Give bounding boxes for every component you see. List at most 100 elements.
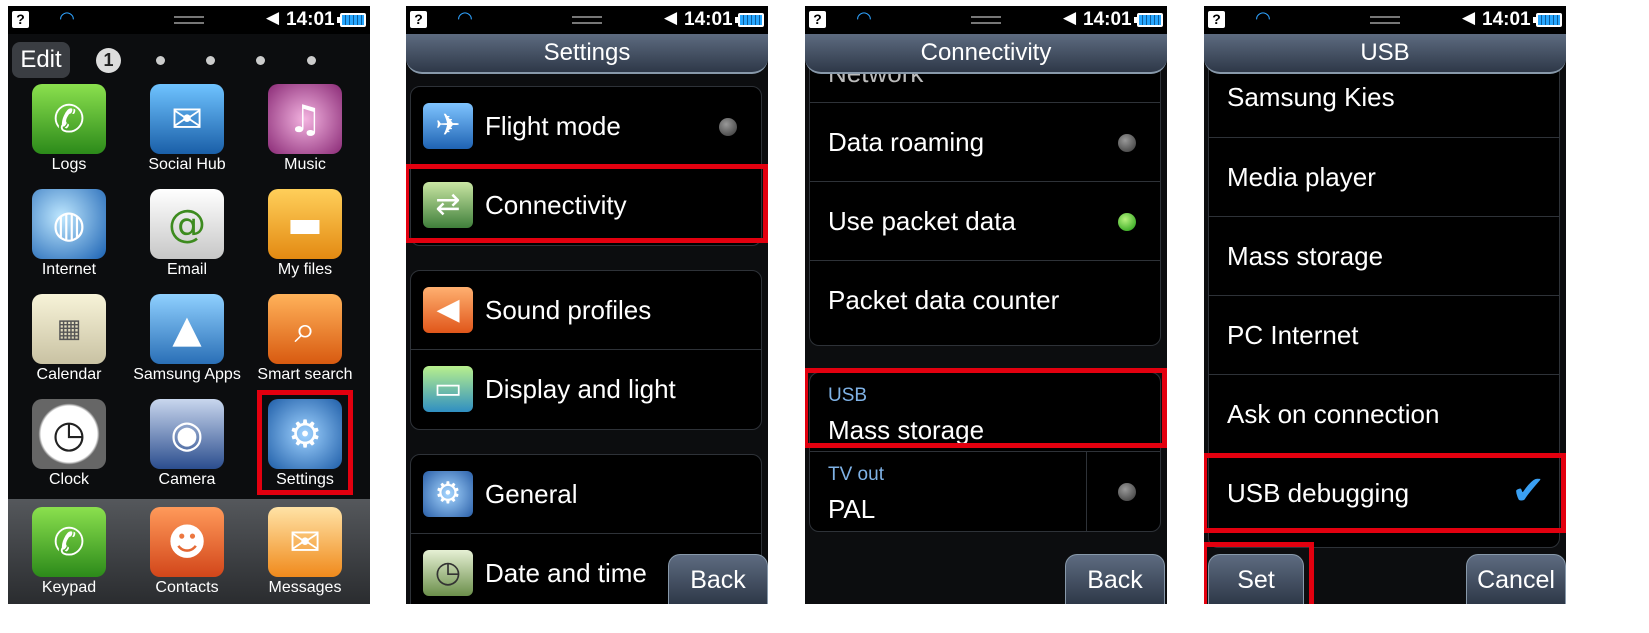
app-label: Keypad <box>41 579 97 596</box>
usb-option-ask-on-connection[interactable]: Ask on connection <box>1209 375 1559 454</box>
app-internet[interactable]: ◍ Internet <box>10 189 128 293</box>
status-time: 14:01 <box>684 9 733 30</box>
status-handle[interactable] <box>174 16 204 24</box>
status-bar: ? ◠ ◀ 14:01 <box>1204 6 1566 34</box>
toggle-use-packet-data[interactable] <box>1118 213 1136 231</box>
connectivity-group: Network Data roaming Use packet data Pac… <box>809 46 1161 346</box>
toggle-data-roaming[interactable] <box>1118 134 1136 152</box>
usb-highlight <box>805 368 1167 448</box>
settings-item-display-and-light[interactable]: ▭ Display and light <box>411 350 761 429</box>
status-bar: ? ◠ ◀ 14:01 <box>805 6 1167 34</box>
gear-icon: ⚙ <box>423 471 473 517</box>
app-my-files[interactable]: ▬ My files <box>246 189 364 293</box>
app-music[interactable]: ♫ Music <box>246 84 364 188</box>
wifi-icon: ◠ <box>60 8 74 29</box>
message-icon: ✉ <box>268 507 342 577</box>
status-bar: ? ◠ ◀ 14:01 <box>8 6 370 34</box>
help-icon: ? <box>809 11 826 28</box>
volume-icon: ◀ <box>1063 8 1077 28</box>
airplane-icon: ✈ <box>423 103 473 149</box>
status-time: 14:01 <box>1482 9 1531 30</box>
app-label: Messages <box>268 579 342 596</box>
item-label: Ask on connection <box>1227 399 1440 429</box>
social-hub-icon: ✉ <box>150 84 224 154</box>
status-bar: ? ◠ ◀ 14:01 <box>406 6 768 34</box>
dock-keypad[interactable]: ✆ Keypad <box>10 507 128 604</box>
dock-messages[interactable]: ✉ Messages <box>246 507 364 604</box>
search-icon: ⌕ <box>268 294 342 364</box>
status-handle[interactable] <box>1370 16 1400 24</box>
divider <box>1086 452 1087 531</box>
wifi-icon: ◠ <box>458 8 472 29</box>
item-label: Media player <box>1227 162 1376 192</box>
contacts-icon: ☻ <box>150 507 224 577</box>
app-label: Contacts <box>155 579 219 596</box>
app-email[interactable]: @ Email <box>128 189 246 293</box>
item-label: PC Internet <box>1227 320 1359 350</box>
item-label: TV out <box>828 464 884 485</box>
dock-contacts[interactable]: ☻ Contacts <box>128 507 246 604</box>
app-label: Samsung Apps <box>133 366 241 383</box>
connectivity-item-packet-data-counter[interactable]: Packet data counter <box>810 261 1160 340</box>
item-value: PAL <box>828 494 876 524</box>
item-label: Mass storage <box>1227 241 1384 271</box>
connectivity-highlight <box>406 164 768 243</box>
connectivity-item-data-roaming[interactable]: Data roaming <box>810 103 1160 182</box>
page-indicator-dot[interactable] <box>307 56 316 65</box>
app-label: Internet <box>41 261 97 278</box>
internet-icon: ◍ <box>32 189 106 259</box>
help-icon: ? <box>410 11 427 28</box>
back-button[interactable]: Back <box>668 554 768 604</box>
page-indicator-dot[interactable] <box>156 56 165 65</box>
app-social-hub[interactable]: ✉ Social Hub <box>128 84 246 188</box>
toggle-flight-mode[interactable] <box>719 118 737 136</box>
wifi-icon: ◠ <box>1256 8 1270 29</box>
status-time: 14:01 <box>286 9 335 30</box>
item-label: Use packet data <box>828 206 1016 236</box>
page-title: USB <box>1204 34 1566 74</box>
usb-option-media-player[interactable]: Media player <box>1209 138 1559 217</box>
usb-debugging-highlight <box>1204 453 1566 533</box>
page-title: Settings <box>406 34 768 74</box>
connectivity-item-tv-out[interactable]: TV out PAL <box>810 452 1160 531</box>
volume-icon: ◀ <box>266 8 280 28</box>
settings-item-general[interactable]: ⚙ General <box>411 455 761 534</box>
page-indicator-dot[interactable] <box>206 56 215 65</box>
app-samsung-apps[interactable]: ▲ Samsung Apps <box>128 294 246 398</box>
edit-button[interactable]: Edit <box>12 42 70 78</box>
item-label: Samsung Kies <box>1227 82 1395 112</box>
settings-item-flight-mode[interactable]: ✈ Flight mode <box>411 87 761 166</box>
calendar-icon: ▦ <box>32 294 106 364</box>
back-button[interactable]: Back <box>1065 554 1165 604</box>
app-calendar[interactable]: ▦ Calendar <box>10 294 128 398</box>
app-logs[interactable]: ✆ Logs <box>10 84 128 188</box>
item-label: Data roaming <box>828 127 985 157</box>
clock-icon: ◷ <box>32 399 106 469</box>
app-smart-search[interactable]: ⌕ Smart search <box>246 294 364 398</box>
status-handle[interactable] <box>572 16 602 24</box>
page-indicator-current[interactable]: 1 <box>96 48 121 73</box>
item-label: Packet data counter <box>828 285 1060 315</box>
volume-icon: ◀ <box>664 8 678 28</box>
toggle-tv-out[interactable] <box>1118 483 1136 501</box>
item-label: Date and time <box>485 558 647 588</box>
help-icon: ? <box>1208 11 1225 28</box>
connectivity-item-use-packet-data[interactable]: Use packet data <box>810 182 1160 261</box>
status-handle[interactable] <box>971 16 1001 24</box>
phone-icon: ✆ <box>32 507 106 577</box>
app-label: Logs <box>51 156 87 173</box>
usb-option-pc-internet[interactable]: PC Internet <box>1209 296 1559 375</box>
usb-option-mass-storage[interactable]: Mass storage <box>1209 217 1559 296</box>
page-indicator-dot[interactable] <box>256 56 265 65</box>
camera-icon: ◉ <box>150 399 224 469</box>
app-camera[interactable]: ◉ Camera <box>128 399 246 503</box>
app-clock[interactable]: ◷ Clock <box>10 399 128 503</box>
page-title: Connectivity <box>805 34 1167 74</box>
battery-icon <box>1134 13 1163 27</box>
app-label: Smart search <box>257 366 353 383</box>
item-label: Sound profiles <box>485 295 652 325</box>
cancel-button[interactable]: Cancel <box>1466 554 1566 604</box>
settings-item-sound-profiles[interactable]: ◀ Sound profiles <box>411 271 761 350</box>
dock: ✆ Keypad ☻ Contacts ✉ Messages <box>8 499 370 604</box>
set-highlight <box>1204 542 1314 604</box>
